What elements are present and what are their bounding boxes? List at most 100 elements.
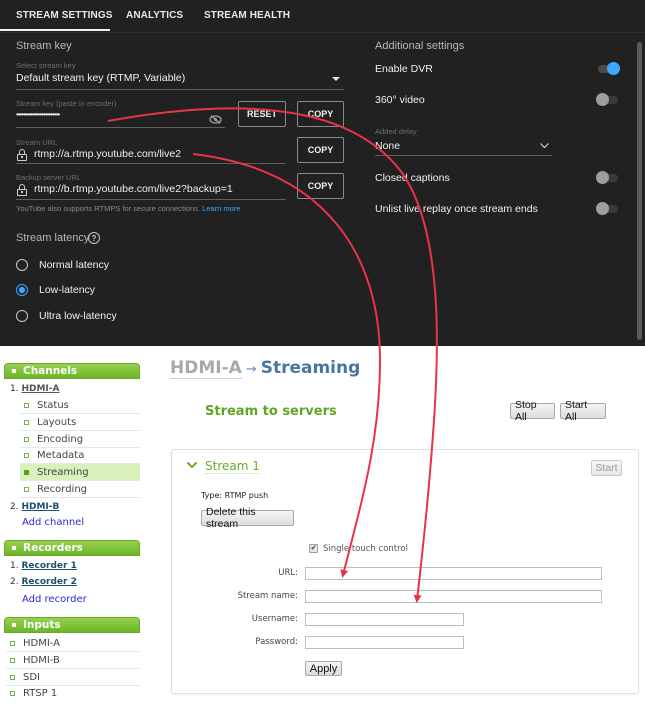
stream-key-select[interactable]: Default stream key (RTMP, Variable) — [16, 70, 344, 90]
closed-captions-toggle[interactable] — [596, 171, 620, 185]
divider — [0, 32, 645, 33]
ultra-low-latency-label: Ultra low-latency — [39, 310, 117, 322]
input-item-rtsp-1[interactable]: RTSP 1 — [6, 685, 140, 702]
input-label: HDMI-A — [23, 637, 61, 649]
recorder-item: 2. Recorder 2 — [10, 577, 77, 587]
start-all-button[interactable]: Start All — [560, 399, 606, 423]
add-recorder-link[interactable]: Add recorder — [22, 594, 87, 605]
closed-captions-label: Closed captions — [375, 172, 450, 184]
backup-url-label: Backup server URL — [16, 173, 82, 182]
help-icon[interactable]: ? — [88, 232, 100, 244]
add-channel-link[interactable]: Add channel — [22, 517, 84, 528]
reset-button[interactable]: RESET — [238, 101, 286, 127]
channel-link-hdmi-b[interactable]: HDMI-B — [21, 502, 59, 512]
stream-url-value[interactable]: rtmp://a.rtmp.youtube.com/live2 — [34, 148, 181, 160]
added-delay-label: Added delay — [375, 127, 417, 136]
channels-header: Channels — [4, 363, 140, 379]
unlist-replay-label: Unlist live replay once stream ends — [375, 203, 538, 215]
lock-icon — [17, 184, 27, 196]
recorder-num: 2. — [10, 577, 19, 587]
sidebar-item-metadata[interactable]: Metadata — [20, 447, 140, 464]
username-input[interactable] — [305, 613, 464, 626]
unlist-replay-toggle[interactable] — [596, 202, 620, 216]
recorder-item: 1. Recorder 1 — [10, 561, 77, 571]
visibility-off-icon[interactable] — [209, 111, 222, 124]
page-title: Streaming — [260, 358, 361, 378]
sidebar-item-encoding[interactable]: Encoding — [20, 431, 140, 448]
lock-icon — [17, 149, 27, 161]
stream-name-input[interactable] — [305, 590, 602, 603]
recorders-header: Recorders — [4, 540, 140, 556]
input-item-hdmi-a[interactable]: HDMI-A — [6, 635, 140, 652]
radio-low-latency[interactable] — [16, 284, 28, 296]
tab-analytics[interactable]: ANALYTICS — [126, 10, 183, 21]
stream-url-underline — [16, 163, 286, 164]
recorder-link-2[interactable]: Recorder 2 — [21, 577, 76, 587]
channel-num: 1. — [10, 384, 19, 394]
breadcrumb-parent[interactable]: HDMI-A — [170, 358, 242, 379]
sidebar-item-recording[interactable]: Recording — [20, 481, 140, 498]
360-video-toggle[interactable] — [596, 93, 620, 107]
input-item-sdi[interactable]: SDI — [6, 669, 140, 686]
stream-type-label: Type: RTMP push — [201, 491, 269, 500]
channel-link-hdmi-a[interactable]: HDMI-A — [21, 384, 59, 394]
scrollbar[interactable] — [637, 42, 642, 340]
sidebar-item-layouts[interactable]: Layouts — [20, 414, 140, 431]
enable-dvr-toggle[interactable] — [596, 62, 620, 76]
tab-stream-health[interactable]: STREAM HEALTH — [204, 10, 290, 21]
password-label: Password: — [255, 637, 298, 647]
sidebar-item-label: Streaming — [37, 466, 89, 478]
backup-url-value[interactable]: rtmp://b.rtmp.youtube.com/live2?backup=1 — [34, 183, 233, 195]
copy-stream-key-button[interactable]: COPY — [297, 101, 344, 127]
added-delay-select[interactable]: None — [375, 138, 552, 156]
tab-stream-settings[interactable]: STREAM SETTINGS — [16, 10, 113, 21]
learn-more-link[interactable]: Learn more — [202, 204, 240, 213]
stream-key-label: Stream key (paste in encoder) — [16, 99, 117, 108]
channel-item: 1. HDMI-A — [10, 384, 59, 394]
copy-stream-url-button[interactable]: COPY — [297, 137, 344, 163]
inputs-title: Inputs — [23, 619, 61, 631]
stream-name-label: Stream name: — [237, 591, 298, 601]
select-underline — [16, 89, 344, 90]
password-input[interactable] — [305, 636, 464, 649]
section-title: Stream to servers — [205, 404, 337, 419]
backup-url-underline — [16, 199, 286, 200]
normal-latency-label: Normal latency — [39, 259, 110, 271]
recorder-num: 1. — [10, 561, 19, 571]
recorder-link-1[interactable]: Recorder 1 — [21, 561, 76, 571]
input-item-hdmi-b[interactable]: HDMI-B — [6, 652, 140, 669]
stream-key-heading: Stream key — [16, 40, 72, 52]
start-stream-button[interactable]: Start — [591, 460, 622, 476]
sidebar-item-label: Encoding — [37, 433, 84, 445]
copy-backup-url-button[interactable]: COPY — [297, 173, 344, 199]
added-delay-underline — [375, 155, 552, 156]
added-delay-value: None — [375, 140, 401, 152]
channel-item: 2. HDMI-B — [10, 502, 59, 512]
inputs-header: Inputs — [4, 617, 140, 633]
stream-key-select-value: Default stream key (RTMP, Variable) — [16, 72, 186, 84]
channel-num: 2. — [10, 502, 19, 512]
sidebar-item-status[interactable]: Status — [20, 397, 140, 414]
select-stream-key-label: Select stream key — [16, 61, 76, 70]
breadcrumb-arrow-icon: → — [245, 362, 257, 377]
sidebar-item-streaming[interactable]: Streaming — [20, 464, 140, 481]
stream-key-underline — [16, 127, 225, 128]
enable-dvr-label: Enable DVR — [375, 63, 433, 75]
stop-all-button[interactable]: Stop All — [510, 399, 555, 423]
stream-title[interactable]: Stream 1 — [205, 459, 260, 474]
url-input[interactable] — [305, 567, 602, 580]
breadcrumb: HDMI-A → Streaming — [170, 358, 361, 379]
stream-url-label: Stream URL — [16, 138, 58, 147]
stream-key-field[interactable]: •••••••••••••••••••••••• — [16, 110, 60, 119]
rtmps-note-text: YouTube also supports RTMPS for secure c… — [16, 204, 200, 213]
single-touch-checkbox[interactable]: ✔ — [309, 544, 318, 553]
radio-ultra-low-latency[interactable] — [16, 310, 28, 322]
apply-button[interactable]: Apply — [305, 661, 342, 676]
dropdown-arrow-icon — [332, 77, 340, 81]
sidebar-item-label: Status — [37, 399, 69, 411]
radio-normal-latency[interactable] — [16, 259, 28, 271]
chevron-down-icon[interactable] — [186, 460, 198, 470]
delete-stream-button[interactable]: Delete this stream — [201, 506, 294, 530]
rtmps-note: YouTube also supports RTMPS for secure c… — [16, 204, 240, 213]
input-label: RTSP 1 — [23, 688, 58, 699]
